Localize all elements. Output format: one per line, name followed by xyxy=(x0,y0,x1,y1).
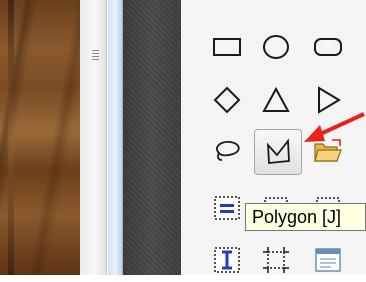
window-icon xyxy=(315,248,341,272)
window-border xyxy=(108,0,123,275)
diamond-tool-button[interactable] xyxy=(205,78,249,122)
equals-box-tool-button[interactable] xyxy=(205,186,249,230)
panel-splitter[interactable] xyxy=(80,0,107,275)
rounded-rectangle-tool-button[interactable] xyxy=(306,25,350,69)
red-arrow-annotation xyxy=(304,112,365,142)
polygon-tool-button[interactable] xyxy=(254,129,302,175)
triangle-tool-button[interactable] xyxy=(254,78,298,122)
rectangle-tool-button[interactable] xyxy=(205,25,249,69)
equals-box-icon xyxy=(214,196,240,220)
lasso-icon xyxy=(216,141,240,161)
splitter-grip-icon[interactable] xyxy=(92,50,100,62)
rounded-rectangle-icon xyxy=(314,38,342,56)
crop-icon xyxy=(263,247,289,273)
lasso-tool-button[interactable] xyxy=(205,129,249,173)
polygon-tooltip: Polygon [J] xyxy=(245,203,366,231)
ellipse-icon xyxy=(263,35,289,59)
polygon-icon xyxy=(266,138,290,164)
wood-grain xyxy=(8,0,14,275)
ellipse-tool-button[interactable] xyxy=(254,25,298,69)
window-tool-button[interactable] xyxy=(306,238,350,282)
rectangle-icon xyxy=(213,38,241,56)
triangle-icon xyxy=(262,86,290,112)
crop-tool-button[interactable] xyxy=(254,238,298,282)
text-cursor-icon xyxy=(214,247,240,273)
dark-canvas-panel xyxy=(123,0,181,275)
diamond-icon xyxy=(213,86,241,114)
text-tool-button[interactable] xyxy=(205,238,249,282)
